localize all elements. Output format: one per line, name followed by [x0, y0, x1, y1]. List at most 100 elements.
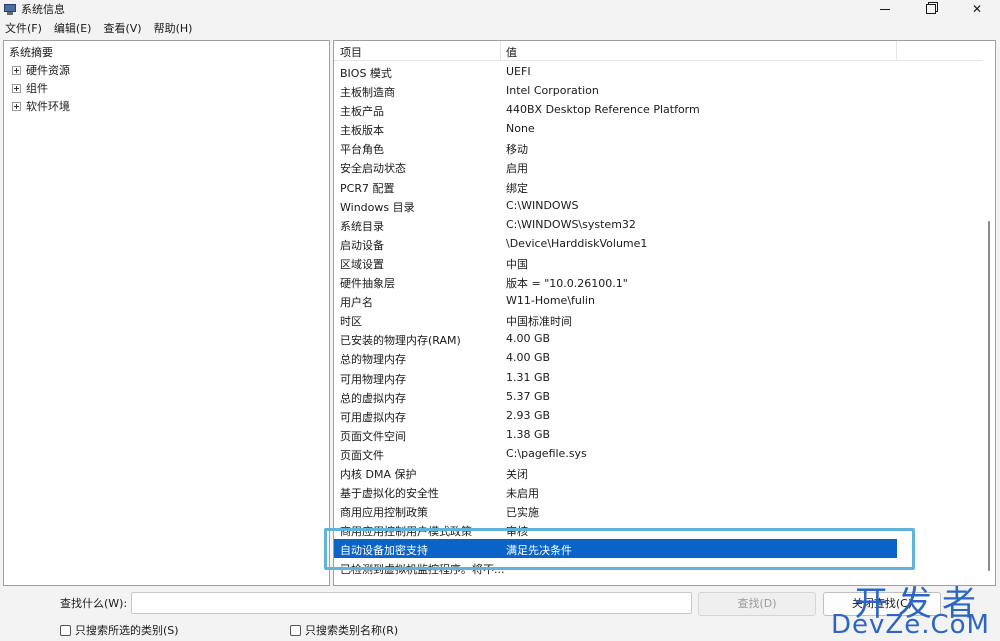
row-item-cell: 系统目录 — [340, 219, 384, 233]
table-row[interactable]: PCR7 配置 绑定 — [334, 177, 897, 196]
row-value-cell: 未启用 — [506, 487, 539, 501]
row-item-cell: 已安装的物理内存(RAM) — [340, 334, 461, 348]
row-item-cell: 内核 DMA 保护 — [340, 467, 417, 481]
system-info-app-icon — [4, 3, 16, 15]
row-value-cell: 1.38 GB — [506, 427, 551, 441]
row-value-cell: C:\WINDOWS\system32 — [506, 217, 636, 231]
table-row[interactable]: 区域设置 中国 — [334, 253, 897, 272]
table-row[interactable]: 主板产品 440BX Desktop Reference Platform — [334, 100, 897, 119]
menu-edit[interactable]: 编辑(E) — [54, 20, 92, 36]
row-value-cell: C:\pagefile.sys — [506, 446, 587, 460]
details-list[interactable]: 项目 值 BIOS 模式 UEFI 主板制造商 Intel Corporation 主板… — [333, 40, 996, 586]
column-header-item[interactable]: 项目 — [340, 44, 362, 60]
row-value-cell: 1.31 GB — [506, 370, 551, 384]
window-controls: ✕ — [862, 0, 1000, 18]
table-row[interactable]: 平台角色 移动 — [334, 138, 897, 157]
tree-item-label: 组件 — [26, 82, 48, 95]
column-header-value[interactable]: 值 — [506, 44, 517, 60]
vertical-scrollbar[interactable] — [983, 41, 995, 585]
table-row[interactable]: 可用物理内存 1.31 GB — [334, 368, 897, 387]
row-item-cell: 平台角色 — [340, 143, 384, 157]
scrollbar-thumb[interactable] — [988, 221, 990, 571]
row-item-cell: 安全启动状态 — [340, 162, 406, 176]
row-item-cell: Windows 目录 — [340, 200, 415, 214]
row-item-cell: 总的物理内存 — [340, 353, 406, 367]
table-row[interactable]: BIOS 模式 UEFI — [334, 62, 897, 81]
table-row[interactable]: 主板版本 None — [334, 119, 897, 138]
close-button[interactable]: ✕ — [954, 0, 1000, 18]
window-title: 系统信息 — [21, 3, 65, 16]
table-row[interactable]: 可用虚拟内存 2.93 GB — [334, 406, 897, 425]
highlight-annotation-box — [324, 528, 915, 570]
table-row[interactable]: 页面文件 C:\pagefile.sys — [334, 444, 897, 463]
table-row[interactable]: 安全启动状态 启用 — [334, 157, 897, 176]
row-value-cell: 关闭 — [506, 467, 528, 481]
column-divider[interactable] — [896, 41, 897, 61]
expand-plus-icon[interactable] — [12, 101, 21, 111]
table-row[interactable]: 总的虚拟内存 5.37 GB — [334, 387, 897, 406]
table-row[interactable]: 已安装的物理内存(RAM) 4.00 GB — [334, 329, 897, 348]
tree-item-hardware-resources[interactable]: 硬件资源 — [12, 62, 70, 78]
category-tree[interactable]: 系统摘要 硬件资源 组件 软件环境 — [3, 40, 330, 586]
find-button[interactable]: 查找(D) — [698, 592, 816, 616]
row-item-cell: BIOS 模式 — [340, 67, 392, 80]
table-row[interactable]: 总的物理内存 4.00 GB — [334, 348, 897, 367]
row-value-cell: 4.00 GB — [506, 332, 551, 346]
checkbox[interactable] — [60, 624, 71, 636]
menu-help[interactable]: 帮助(H) — [154, 20, 193, 36]
row-value-cell: 中国 — [506, 257, 528, 271]
table-row[interactable]: 商用应用控制政策 已实施 — [334, 501, 897, 520]
table-row[interactable]: 内核 DMA 保护 关闭 — [334, 463, 897, 482]
row-item-cell: 总的虚拟内存 — [340, 391, 406, 405]
row-item-cell: 可用虚拟内存 — [340, 410, 406, 424]
row-item-cell: PCR7 配置 — [340, 181, 395, 195]
title-bar: 系统信息 ✕ — [0, 0, 1000, 18]
table-row[interactable]: 系统目录 C:\WINDOWS\system32 — [334, 215, 897, 234]
table-row[interactable]: 主板制造商 Intel Corporation — [334, 81, 897, 100]
row-item-cell: 基于虚拟化的安全性 — [340, 487, 439, 501]
row-value-cell: 版本 = "10.0.26100.1" — [506, 277, 628, 291]
row-item-cell: 页面文件空间 — [340, 429, 406, 443]
table-row[interactable]: 启动设备 \Device\HarddiskVolume1 — [334, 234, 897, 253]
maximize-button[interactable] — [908, 0, 954, 18]
row-item-cell: 主板制造商 — [340, 86, 395, 100]
checkbox[interactable] — [290, 624, 301, 636]
menu-file[interactable]: 文件(F) — [5, 20, 42, 36]
tree-item-label: 硬件资源 — [26, 64, 70, 77]
row-value-cell: 已实施 — [506, 506, 539, 520]
menu-bar: 文件(F) 编辑(E) 查看(V) 帮助(H) — [0, 18, 1000, 38]
checkbox-label: 只搜索类别名称(R) — [305, 624, 399, 637]
tree-item-software-environment[interactable]: 软件环境 — [12, 98, 70, 114]
row-value-cell: 5.37 GB — [506, 389, 551, 403]
row-value-cell: 移动 — [506, 143, 528, 157]
expand-plus-icon[interactable] — [12, 83, 21, 93]
search-category-names-option[interactable]: 只搜索类别名称(R) — [290, 622, 398, 638]
row-item-cell: 主板产品 — [340, 105, 384, 119]
row-value-cell: UEFI — [506, 65, 531, 78]
list-rows: BIOS 模式 UEFI 主板制造商 Intel Corporation 主板产品 440… — [334, 62, 984, 578]
table-row[interactable]: Windows 目录 C:\WINDOWS — [334, 196, 897, 215]
row-value-cell: W11-Home\fulin — [506, 294, 595, 308]
row-value-cell: 2.93 GB — [506, 408, 551, 422]
row-item-cell: 用户名 — [340, 296, 373, 310]
table-row[interactable]: 硬件抽象层 版本 = "10.0.26100.1" — [334, 272, 897, 291]
column-divider[interactable] — [500, 41, 501, 61]
row-value-cell: Intel Corporation — [506, 84, 599, 98]
checkbox-label: 只搜索所选的类别(S) — [75, 624, 179, 637]
expand-plus-icon[interactable] — [12, 65, 21, 75]
tree-item-components[interactable]: 组件 — [12, 80, 48, 96]
table-row[interactable]: 页面文件空间 1.38 GB — [334, 425, 897, 444]
find-input[interactable] — [131, 592, 692, 614]
row-item-cell: 可用物理内存 — [340, 372, 406, 386]
menu-view[interactable]: 查看(V) — [103, 20, 141, 36]
watermark-logo: 开发者 DevZe.CoM — [831, 576, 994, 640]
table-row[interactable]: 基于虚拟化的安全性 未启用 — [334, 482, 897, 501]
row-value-cell: 中国标准时间 — [506, 315, 572, 329]
search-selected-category-option[interactable]: 只搜索所选的类别(S) — [60, 622, 179, 638]
row-item-cell: 页面文件 — [340, 448, 384, 462]
table-row[interactable]: 用户名 W11-Home\fulin — [334, 291, 897, 310]
row-item-cell: 区域设置 — [340, 257, 384, 271]
tree-item-system-summary[interactable]: 系统摘要 — [9, 44, 53, 60]
minimize-button[interactable] — [862, 0, 908, 18]
table-row[interactable]: 时区 中国标准时间 — [334, 310, 897, 329]
